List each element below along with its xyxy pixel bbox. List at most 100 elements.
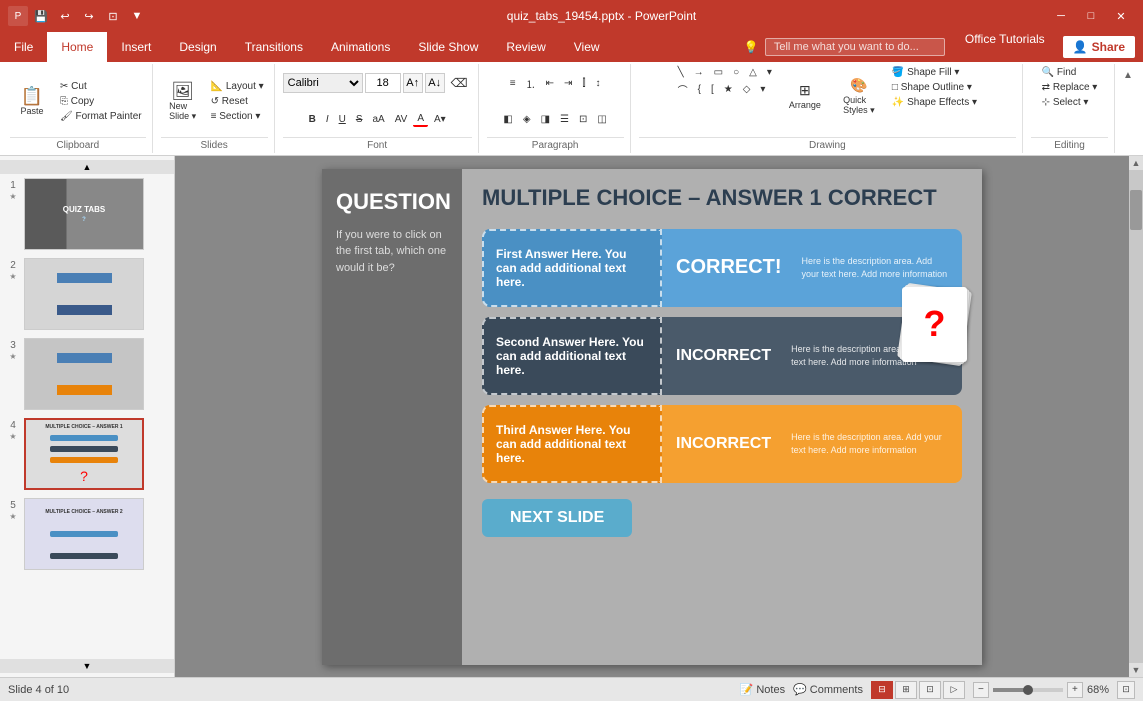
save-button[interactable]: 💾 (32, 7, 50, 25)
slide-canvas[interactable]: QUESTION If you were to click on the fir… (322, 169, 982, 665)
office-tutorials-link[interactable]: Office Tutorials (955, 32, 1055, 62)
menu-slideshow[interactable]: Slide Show (404, 32, 492, 62)
shape-star[interactable]: ★ (720, 83, 737, 96)
shape-line[interactable]: ╲ (674, 66, 688, 79)
minimize-button[interactable]: ─ (1047, 5, 1075, 27)
font-color-button[interactable]: A (413, 112, 428, 127)
menu-animations[interactable]: Animations (317, 32, 404, 62)
reading-view-button[interactable]: ⊡ (919, 681, 941, 699)
scroll-up-button[interactable]: ▲ (0, 160, 174, 174)
arrange-button[interactable]: ⊞ Arrange (780, 66, 830, 126)
menu-insert[interactable]: Insert (107, 32, 165, 62)
zoom-slider[interactable] (993, 688, 1063, 692)
slide-thumb-5[interactable]: 5 ★ MULTIPLE CHOICE – ANSWER 2 (0, 494, 174, 574)
shape-bracket[interactable]: [ (707, 83, 718, 96)
highlight-button[interactable]: A▾ (430, 113, 450, 126)
normal-view-button[interactable]: ⊟ (871, 681, 893, 699)
italic-button[interactable]: I (322, 113, 333, 126)
shape-fill-button[interactable]: 🪣 Shape Fill ▾ (888, 66, 981, 79)
reset-button[interactable]: ↺ Reset (207, 95, 268, 108)
font-increase-button[interactable]: A↑ (403, 73, 423, 93)
font-size-input[interactable] (365, 73, 401, 93)
find-button[interactable]: 🔍 Find (1038, 66, 1081, 79)
shape-rect[interactable]: ▭ (710, 66, 727, 79)
right-align-button[interactable]: ◨ (537, 113, 554, 126)
convert-smartart-button[interactable]: ◫ (593, 113, 610, 126)
comments-button[interactable]: 💬 Comments (793, 683, 863, 696)
shape-brace[interactable]: { (694, 83, 705, 96)
clear-format-button[interactable]: ⌫ (447, 75, 472, 91)
editing-row: 🔍 Find ⇄ Replace ▾ ⊹ Select ▾ (1038, 66, 1102, 137)
slide-thumb-4[interactable]: 4 ★ MULTIPLE CHOICE – ANSWER 1 ? (0, 414, 174, 494)
menu-view[interactable]: View (560, 32, 614, 62)
shapes-more2[interactable]: ▾ (756, 83, 769, 96)
numbering-button[interactable]: ⒈ (522, 75, 540, 92)
spacing-button[interactable]: AV (391, 113, 412, 126)
redo-button[interactable]: ↪ (80, 7, 98, 25)
collapse-ribbon-button[interactable]: ▲ (1119, 66, 1137, 84)
copy-button[interactable]: ⎘ Copy (56, 95, 146, 108)
notes-button[interactable]: 📝 Notes (740, 683, 785, 696)
new-slide-button[interactable]: 🖼 NewSlide ▾ (161, 66, 205, 137)
customize-button[interactable]: ▼ (128, 7, 146, 25)
share-icon: 👤 (1073, 40, 1088, 54)
section-button[interactable]: ≡ Section ▾ (207, 110, 268, 123)
justify-button[interactable]: ☰ (556, 113, 573, 126)
text-direction-button[interactable]: ⊡ (575, 113, 591, 126)
next-slide-button[interactable]: NEXT SLIDE (482, 499, 632, 537)
menu-design[interactable]: Design (165, 32, 230, 62)
quick-styles-button[interactable]: 🎨 QuickStyles ▾ (834, 66, 884, 126)
slideshow-view-button[interactable]: ▷ (943, 681, 965, 699)
slide-thumb-3[interactable]: 3 ★ (0, 334, 174, 414)
scroll-down-arrow[interactable]: ▼ (1129, 663, 1143, 677)
select-button[interactable]: ⊹ Select ▾ (1038, 96, 1093, 109)
line-spacing-button[interactable]: ↕ (592, 77, 605, 90)
format-painter-button[interactable]: 🖌 Format Painter (56, 110, 146, 123)
menu-transitions[interactable]: Transitions (231, 32, 317, 62)
bullets-button[interactable]: ≡ (506, 77, 520, 90)
font-decrease-button[interactable]: A↓ (425, 73, 445, 93)
columns-button[interactable]: ⫿ (578, 77, 589, 90)
close-button[interactable]: ✕ (1107, 5, 1135, 27)
paste-button[interactable]: 📋 Paste (10, 66, 54, 137)
shape-curved[interactable]: ⌒ (674, 81, 692, 98)
decrease-indent-button[interactable]: ⇤ (542, 77, 558, 90)
zoom-out-button[interactable]: − (973, 682, 989, 698)
shape-misc[interactable]: ◇ (739, 83, 755, 96)
layout-button[interactable]: 📐 Layout ▾ (207, 80, 268, 93)
shape-arrow[interactable]: → (690, 66, 708, 79)
maximize-button[interactable]: □ (1077, 5, 1105, 27)
slide-thumb-1[interactable]: 1 ★ QUIZ TABS? (0, 174, 174, 254)
shape-outline-button[interactable]: □ Shape Outline ▾ (888, 81, 981, 94)
strikethrough-button[interactable]: S (352, 113, 367, 126)
underline-button[interactable]: U (335, 113, 350, 126)
undo-button[interactable]: ↩ (56, 7, 74, 25)
answer-row-2[interactable]: Second Answer Here. You can add addition… (482, 317, 962, 395)
slide-sorter-button[interactable]: ⊞ (895, 681, 917, 699)
fit-to-window-button[interactable]: ⊡ (1117, 681, 1135, 699)
menu-review[interactable]: Review (492, 32, 559, 62)
menu-file[interactable]: File (0, 32, 47, 62)
replace-button[interactable]: ⇄ Replace ▾ (1038, 81, 1102, 94)
shape-oval[interactable]: ○ (729, 66, 743, 79)
center-align-button[interactable]: ◈ (519, 113, 535, 126)
shape-effects-button[interactable]: ✨ Shape Effects ▾ (888, 96, 981, 109)
scroll-track[interactable] (1129, 170, 1143, 663)
zoom-in-button[interactable]: + (1067, 682, 1083, 698)
tell-me-input[interactable] (765, 38, 945, 56)
increase-indent-button[interactable]: ⇥ (560, 77, 576, 90)
scroll-down-button[interactable]: ▼ (0, 659, 174, 673)
shapes-more[interactable]: ▾ (763, 66, 776, 79)
share-button[interactable]: 👤 Share (1063, 36, 1135, 58)
answer-row-3[interactable]: Third Answer Here. You can add additiona… (482, 405, 962, 483)
shape-triangle[interactable]: △ (745, 66, 761, 79)
font-family-select[interactable]: Calibri (283, 73, 363, 93)
slide-thumb-2[interactable]: 2 ★ (0, 254, 174, 334)
scroll-up-arrow[interactable]: ▲ (1129, 156, 1143, 170)
left-align-button[interactable]: ◧ (499, 113, 516, 126)
scroll-thumb[interactable] (1130, 190, 1142, 230)
cut-button[interactable]: ✂ Cut (56, 80, 146, 93)
bold-button[interactable]: B (305, 113, 320, 126)
menu-home[interactable]: Home (47, 32, 107, 62)
smallcaps-button[interactable]: aA (369, 113, 389, 126)
